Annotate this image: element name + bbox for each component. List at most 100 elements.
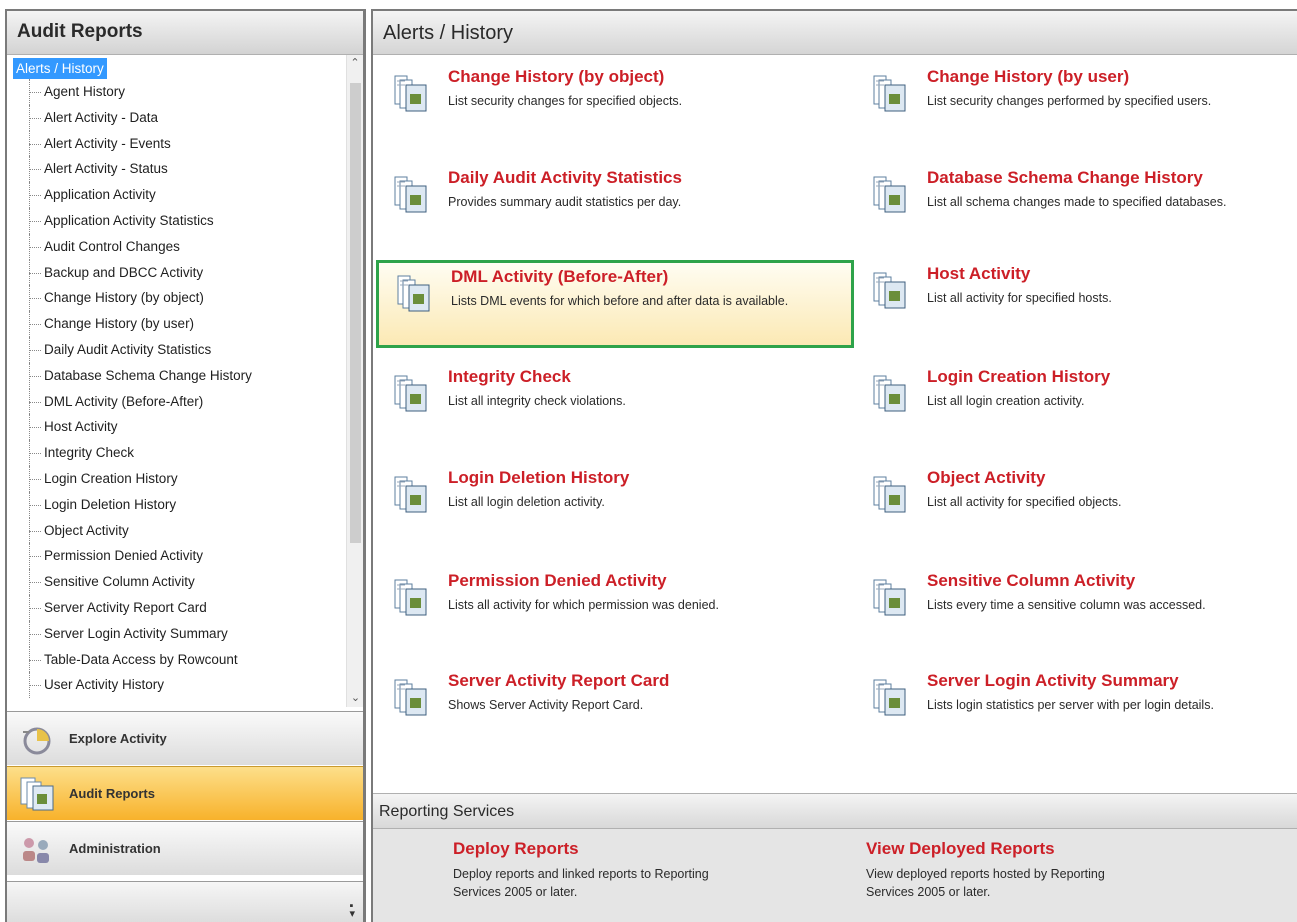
report-description: List all login deletion activity. bbox=[448, 495, 605, 509]
view-deployed-reports-link[interactable]: View Deployed Reports View deployed repo… bbox=[866, 839, 1156, 901]
tree-item[interactable]: Backup and DBCC Activity bbox=[7, 259, 346, 286]
deploy-reports-desc: Deploy reports and linked reports to Rep… bbox=[453, 867, 709, 899]
tree-item[interactable]: Server Activity Report Card bbox=[7, 594, 346, 621]
report-icon bbox=[394, 679, 428, 717]
tree-item[interactable]: Login Deletion History bbox=[7, 491, 346, 518]
report-title[interactable]: DML Activity (Before-After) bbox=[451, 267, 668, 287]
report-description: List all integrity check violations. bbox=[448, 394, 626, 408]
report-icon bbox=[873, 679, 907, 717]
report-icon bbox=[394, 75, 428, 113]
report-description: List all activity for specified objects. bbox=[927, 495, 1122, 509]
deploy-reports-link[interactable]: Deploy Reports Deploy reports and linked… bbox=[453, 839, 743, 901]
report-description: List all login creation activity. bbox=[927, 394, 1085, 408]
report-icon bbox=[873, 75, 907, 113]
report-title[interactable]: Login Creation History bbox=[927, 367, 1110, 387]
report-icon bbox=[394, 176, 428, 214]
nav-label: Explore Activity bbox=[69, 731, 167, 746]
tree-item[interactable]: Audit Control Changes bbox=[7, 233, 346, 260]
report-title[interactable]: Integrity Check bbox=[448, 367, 571, 387]
report-link[interactable]: Login Deletion History List all login del… bbox=[376, 464, 854, 552]
report-title[interactable]: Server Activity Report Card bbox=[448, 671, 669, 691]
report-link[interactable]: Object Activity List all activity for spe… bbox=[855, 464, 1295, 552]
report-title[interactable]: Change History (by user) bbox=[927, 67, 1129, 87]
explore-activity-icon bbox=[17, 721, 57, 757]
nav-administration[interactable]: Administration bbox=[7, 821, 363, 875]
more-chevron-icon[interactable]: ▪ ▾ bbox=[349, 901, 355, 920]
tree-item[interactable]: Login Creation History bbox=[7, 465, 346, 492]
nav-audit-reports[interactable]: Audit Reports bbox=[7, 766, 363, 820]
report-description: List all schema changes made to specifie… bbox=[927, 195, 1227, 209]
tree-item[interactable]: Daily Audit Activity Statistics bbox=[7, 336, 346, 363]
report-title[interactable]: Server Login Activity Summary bbox=[927, 671, 1179, 691]
reporting-services-panel: Deploy Reports Deploy reports and linked… bbox=[373, 829, 1297, 922]
tree-scrollbar[interactable]: ⌃ ⌄ bbox=[346, 55, 363, 707]
tree-item[interactable]: Server Login Activity Summary bbox=[7, 620, 346, 647]
left-panel-title: Audit Reports bbox=[7, 11, 363, 55]
report-link[interactable]: Host Activity List all activity for speci… bbox=[855, 260, 1295, 348]
report-description: List security changes for specified obje… bbox=[448, 94, 683, 108]
report-icon bbox=[873, 375, 907, 413]
nav-footer: ▪ ▾ bbox=[7, 881, 363, 922]
tree-item[interactable]: Application Activity Statistics bbox=[7, 207, 346, 234]
report-description: List security changes performed by speci… bbox=[927, 94, 1212, 108]
tree-item[interactable]: Change History (by user) bbox=[7, 311, 346, 337]
report-description: Lists all activity for which permission … bbox=[448, 598, 719, 612]
tree-item[interactable]: Alert Activity - Events bbox=[7, 130, 346, 157]
deploy-reports-title[interactable]: Deploy Reports bbox=[453, 839, 743, 859]
scroll-down-icon[interactable]: ⌄ bbox=[347, 690, 364, 707]
report-description: Lists login statistics per server with p… bbox=[927, 698, 1214, 712]
tree-item[interactable]: Sensitive Column Activity bbox=[7, 569, 346, 595]
report-icon bbox=[394, 579, 428, 617]
tree-item[interactable]: Permission Denied Activity bbox=[7, 543, 346, 569]
scroll-up-icon[interactable]: ⌃ bbox=[347, 55, 363, 72]
main-panel: Alerts / History Change History (by obje… bbox=[371, 9, 1297, 922]
tree-item[interactable]: DML Activity (Before-After) bbox=[7, 388, 346, 415]
report-icon bbox=[873, 476, 907, 514]
report-link[interactable]: DML Activity (Before-After) Lists DML eve… bbox=[376, 260, 854, 348]
tree-item[interactable]: Object Activity bbox=[7, 517, 346, 544]
report-description: List all activity for specified hosts. bbox=[927, 291, 1112, 305]
report-link[interactable]: Daily Audit Activity Statistics Provides … bbox=[376, 164, 854, 252]
view-deployed-reports-title[interactable]: View Deployed Reports bbox=[866, 839, 1156, 859]
tree-item[interactable]: Alert Activity - Status bbox=[7, 156, 346, 182]
tree-item[interactable]: Database Schema Change History bbox=[7, 362, 346, 389]
report-link[interactable]: Change History (by user) List security ch… bbox=[855, 63, 1295, 151]
report-link[interactable]: Permission Denied Activity Lists all acti… bbox=[376, 567, 854, 655]
tree-item[interactable]: Integrity Check bbox=[7, 440, 346, 466]
report-title[interactable]: Daily Audit Activity Statistics bbox=[448, 168, 682, 188]
tree-item[interactable]: User Activity History bbox=[7, 672, 346, 698]
page-title: Alerts / History bbox=[373, 11, 1297, 55]
report-link[interactable]: Login Creation History List all login cre… bbox=[855, 363, 1295, 451]
tree-root-alerts-history[interactable]: Alerts / History bbox=[13, 58, 107, 79]
report-title[interactable]: Database Schema Change History bbox=[927, 168, 1203, 188]
report-link[interactable]: Integrity Check List all integrity check … bbox=[376, 363, 854, 451]
tree-item[interactable]: Application Activity bbox=[7, 182, 346, 208]
report-title[interactable]: Login Deletion History bbox=[448, 468, 629, 488]
report-link[interactable]: Database Schema Change History List all s… bbox=[855, 164, 1295, 252]
report-title[interactable]: Sensitive Column Activity bbox=[927, 571, 1135, 591]
view-deployed-reports-desc: View deployed reports hosted by Reportin… bbox=[866, 867, 1105, 899]
report-link[interactable]: Server Activity Report Card Shows Server … bbox=[376, 667, 854, 755]
nav-explore-activity[interactable]: Explore Activity bbox=[7, 711, 363, 765]
tree-item[interactable]: Change History (by object) bbox=[7, 285, 346, 311]
scrollbar-thumb[interactable] bbox=[350, 83, 361, 543]
tree-item[interactable]: Table-Data Access by Rowcount bbox=[7, 646, 346, 673]
report-icon bbox=[873, 176, 907, 214]
tree-item[interactable]: Host Activity bbox=[7, 414, 346, 440]
report-title[interactable]: Object Activity bbox=[927, 468, 1045, 488]
report-icon bbox=[397, 275, 431, 313]
report-link[interactable]: Server Login Activity Summary Lists login… bbox=[855, 667, 1295, 755]
report-title[interactable]: Change History (by object) bbox=[448, 67, 664, 87]
tree-item[interactable]: Alert Activity - Data bbox=[7, 104, 346, 131]
audit-reports-icon bbox=[17, 776, 57, 812]
report-icon bbox=[394, 375, 428, 413]
report-description: Shows Server Activity Report Card. bbox=[448, 698, 644, 712]
tree-item[interactable]: Agent History bbox=[7, 79, 346, 105]
report-link[interactable]: Sensitive Column Activity Lists every tim… bbox=[855, 567, 1295, 655]
report-icon bbox=[873, 272, 907, 310]
administration-icon bbox=[17, 831, 57, 867]
report-icon bbox=[394, 476, 428, 514]
report-link[interactable]: Change History (by object) List security … bbox=[376, 63, 854, 151]
report-title[interactable]: Permission Denied Activity bbox=[448, 571, 667, 591]
report-title[interactable]: Host Activity bbox=[927, 264, 1030, 284]
